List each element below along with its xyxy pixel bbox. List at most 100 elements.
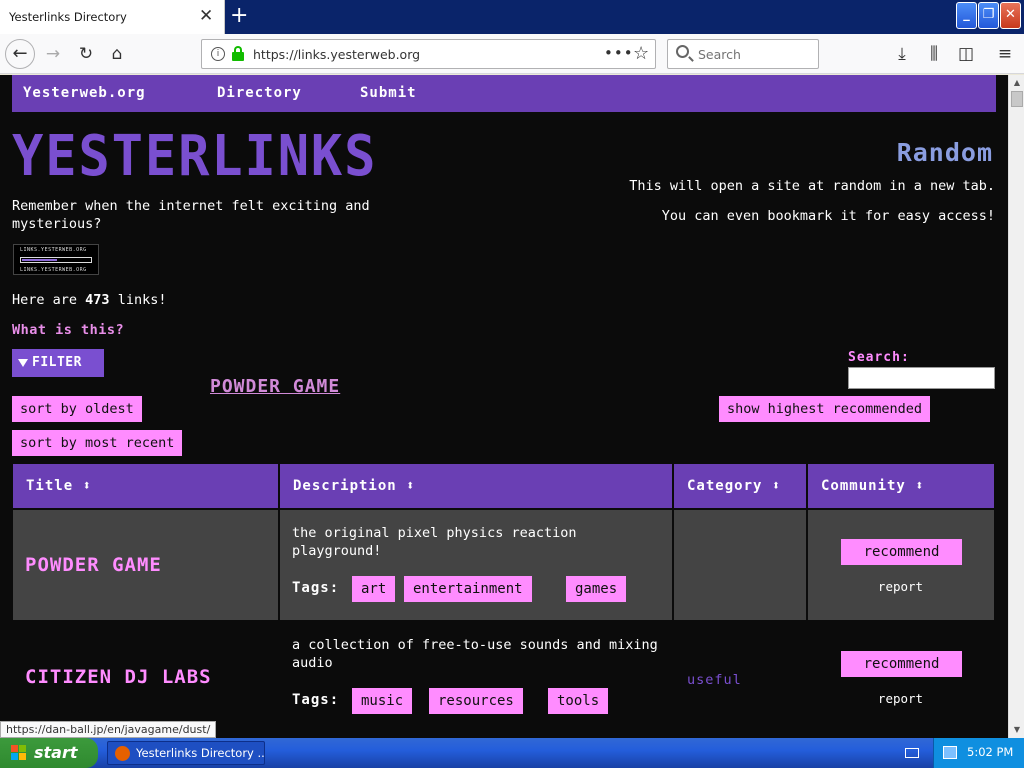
clock[interactable]: 5:02 PM — [967, 745, 1013, 759]
badge-text-top: LINKS.YESTERWEB.ORG — [20, 247, 87, 253]
category-cell — [674, 510, 806, 620]
description-cell: a collection of free-to-use sounds and m… — [280, 622, 672, 732]
lock-icon — [232, 46, 244, 61]
description-text: the original pixel physics reaction play… — [292, 525, 577, 559]
tag-art[interactable]: art — [352, 576, 396, 602]
tag-tools[interactable]: tools — [548, 688, 609, 714]
scroll-up-icon[interactable]: ▲ — [1010, 75, 1024, 90]
count-value: 473 — [85, 292, 110, 308]
network-icon[interactable] — [943, 746, 957, 759]
community-cell: recommend report — [808, 510, 994, 620]
title-cell: CITIZEN DJ LABS — [13, 622, 278, 732]
site-nav: Yesterweb.org Directory Submit — [12, 75, 996, 112]
scrollbar-thumb[interactable] — [1011, 91, 1023, 107]
report-link[interactable]: report — [808, 579, 993, 594]
browser-search-field[interactable]: Search — [667, 39, 819, 69]
report-link[interactable]: report — [808, 691, 993, 706]
sort-recent-button[interactable]: sort by most recent — [12, 430, 183, 456]
table-row: POWDER GAME the original pixel physics r… — [13, 510, 994, 620]
scroll-down-icon[interactable]: ▼ — [1010, 722, 1024, 737]
close-tab-icon[interactable]: ✕ — [199, 7, 213, 25]
tag-entertainment[interactable]: entertainment — [404, 576, 532, 602]
site-search-input[interactable] — [848, 367, 995, 389]
tab-title: Yesterlinks Directory — [9, 10, 127, 24]
tag-resources[interactable]: resources — [429, 688, 523, 714]
header-description[interactable]: Description ⬍ — [280, 464, 672, 508]
site-logo: YESTERLINKS — [12, 124, 378, 189]
show-recommended-button[interactable]: show highest recommended — [719, 396, 931, 422]
keyboard-icon[interactable] — [905, 748, 919, 758]
filter-icon — [18, 358, 28, 367]
info-icon[interactable]: i — [211, 47, 225, 61]
featured-site-link[interactable]: POWDER GAME — [210, 376, 340, 397]
badge-bar — [20, 257, 92, 263]
system-tray: 5:02 PM — [933, 738, 1024, 768]
bookmark-star-icon[interactable]: ☆ — [633, 43, 649, 64]
taskbar-firefox-item[interactable]: Yesterlinks Directory ... — [107, 741, 265, 765]
search-icon — [676, 45, 689, 58]
page-actions-icon[interactable]: ••• — [604, 44, 634, 62]
tagline: Remember when the internet felt exciting… — [12, 198, 370, 232]
vertical-scrollbar[interactable]: ▲ ▼ — [1008, 75, 1024, 738]
sort-oldest-button[interactable]: sort by oldest — [12, 396, 142, 422]
link-count: Here are 473 links! — [12, 292, 166, 308]
random-description-1: This will open a site at random in a new… — [629, 178, 995, 194]
tag-music[interactable]: music — [352, 688, 413, 714]
site-title-link[interactable]: POWDER GAME — [25, 554, 162, 576]
reload-icon[interactable]: ↻ — [74, 42, 98, 66]
table-row: CITIZEN DJ LABS a collection of free-to-… — [13, 622, 994, 732]
badge-text-bottom: LINKS.YESTERWEB.ORG — [20, 267, 87, 273]
header-community[interactable]: Community ⬍ — [808, 464, 994, 508]
category-link[interactable]: useful — [687, 672, 742, 688]
filter-button[interactable]: FILTER — [12, 349, 104, 377]
back-icon[interactable]: ← — [5, 39, 35, 69]
tab-yesterlinks[interactable]: Yesterlinks Directory ✕ — [0, 0, 225, 34]
maximize-window-button[interactable]: ❐ — [978, 2, 999, 29]
menu-icon[interactable]: ≡ — [993, 42, 1017, 66]
start-button[interactable]: start — [0, 738, 98, 768]
search-placeholder: Search — [698, 47, 741, 62]
minimize-window-button[interactable]: _ — [956, 2, 977, 29]
tags-label: Tags: — [292, 580, 340, 596]
community-cell: recommend report — [808, 622, 994, 732]
count-prefix: Here are — [12, 292, 78, 308]
recommend-button[interactable]: recommend — [841, 651, 962, 677]
forward-icon[interactable]: → — [41, 42, 65, 66]
nav-directory-link[interactable]: Directory — [217, 85, 302, 101]
description-cell: the original pixel physics reaction play… — [280, 510, 672, 620]
badge-bar-fill — [22, 259, 57, 261]
tags-label: Tags: — [292, 692, 340, 708]
taskbar: start Yesterlinks Directory ... 5:02 PM — [0, 738, 1024, 768]
start-label: start — [34, 743, 78, 762]
recommend-button[interactable]: recommend — [841, 539, 962, 565]
what-is-this-link[interactable]: What is this? — [12, 322, 124, 338]
new-tab-icon[interactable]: + — [230, 4, 248, 28]
site-badge-image[interactable]: LINKS.YESTERWEB.ORG LINKS.YESTERWEB.ORG — [13, 244, 99, 275]
count-suffix: links! — [117, 292, 167, 308]
header-title[interactable]: Title ⬍ — [13, 464, 278, 508]
random-link[interactable]: Random — [897, 138, 993, 167]
header-category[interactable]: Category ⬍ — [674, 464, 806, 508]
tab-bar: Yesterlinks Directory ✕ + _ ❐ ✕ — [0, 0, 1024, 34]
nav-yesterweb-link[interactable]: Yesterweb.org — [23, 85, 146, 101]
site-title-link[interactable]: CITIZEN DJ LABS — [25, 666, 212, 688]
title-cell: POWDER GAME — [13, 510, 278, 620]
download-icon[interactable]: ⤓ — [890, 42, 914, 66]
sidebar-icon[interactable]: ◫ — [954, 42, 978, 66]
close-window-button[interactable]: ✕ — [1000, 2, 1021, 29]
page-viewport: Yesterweb.org Directory Submit YESTERLIN… — [0, 75, 1008, 738]
windows-logo-icon — [11, 745, 27, 761]
site-search-label: Search: — [848, 350, 910, 365]
nav-submit-link[interactable]: Submit — [360, 85, 417, 101]
firefox-icon — [115, 746, 130, 761]
filter-label: FILTER — [32, 355, 82, 370]
random-description-2: You can even bookmark it for easy access… — [661, 208, 995, 224]
url-bar[interactable]: i https://links.yesterweb.org ••• ☆ — [201, 39, 656, 69]
navigation-toolbar: ← → ↻ ⌂ i https://links.yesterweb.org ••… — [0, 34, 1024, 74]
library-icon[interactable]: ⫼ — [922, 42, 946, 66]
url-text[interactable]: https://links.yesterweb.org — [253, 47, 420, 62]
tag-games[interactable]: games — [566, 576, 627, 602]
description-text: a collection of free-to-use sounds and m… — [292, 637, 658, 671]
home-icon[interactable]: ⌂ — [105, 42, 129, 66]
status-url: https://dan-ball.jp/en/javagame/dust/ — [0, 721, 217, 738]
